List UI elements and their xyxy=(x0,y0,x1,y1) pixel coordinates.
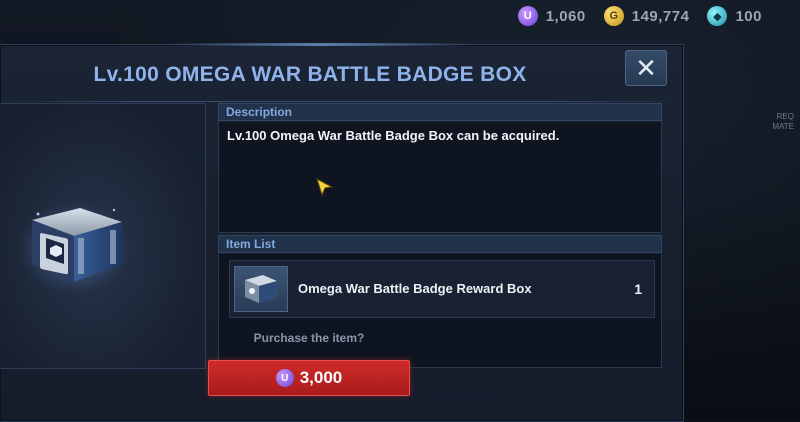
gold-icon: G xyxy=(603,6,624,26)
side-label-line1: REQ xyxy=(776,112,794,121)
description-header: Description xyxy=(218,103,662,121)
units-icon: U xyxy=(517,6,538,26)
list-item[interactable]: Omega War Battle Badge Reward Box 1 xyxy=(229,260,655,318)
purchase-question: Purchase the item? xyxy=(253,331,365,345)
purchase-button[interactable]: U 3,000 xyxy=(208,360,410,396)
reward-box-icon xyxy=(234,266,288,312)
side-label: REQ MATE xyxy=(772,112,794,132)
purchase-modal: Lv.100 OMEGA WAR BATTLE BADGE BOX ✕ Desc… xyxy=(0,43,684,422)
side-label-line2: MATE xyxy=(772,122,794,131)
item-quantity: 1 xyxy=(634,281,642,297)
units-amount: 1,060 xyxy=(545,7,586,25)
badge-box-icon xyxy=(18,202,130,294)
close-icon: ✕ xyxy=(635,53,657,83)
modal-divider xyxy=(0,101,683,102)
units-icon: U xyxy=(275,369,294,387)
modal-title: Lv.100 OMEGA WAR BATTLE BADGE BOX xyxy=(93,63,527,86)
close-button[interactable]: ✕ xyxy=(625,50,667,86)
currency-bar: U 1,060 G 149,774 ◆ 100 xyxy=(517,0,800,32)
currency-units: U 1,060 xyxy=(517,6,586,26)
currency-gold: G 149,774 xyxy=(603,6,690,26)
item-list-header: Item List xyxy=(218,235,662,253)
description-text: Lv.100 Omega War Battle Badge Box can be… xyxy=(218,122,662,233)
reward-box-thumbnail xyxy=(245,275,277,303)
purchase-price: 3,000 xyxy=(299,368,343,387)
item-preview-panel xyxy=(0,103,206,369)
crystal-amount: 100 xyxy=(735,7,762,25)
mouse-cursor-icon xyxy=(316,178,334,197)
currency-crystal: ◆ 100 xyxy=(707,6,762,26)
item-list: Omega War Battle Badge Reward Box 1 xyxy=(218,254,662,368)
modal-top-accent xyxy=(170,43,470,46)
item-name: Omega War Battle Badge Reward Box xyxy=(298,281,532,296)
crystal-icon: ◆ xyxy=(707,6,728,26)
gold-amount: 149,774 xyxy=(631,7,690,25)
